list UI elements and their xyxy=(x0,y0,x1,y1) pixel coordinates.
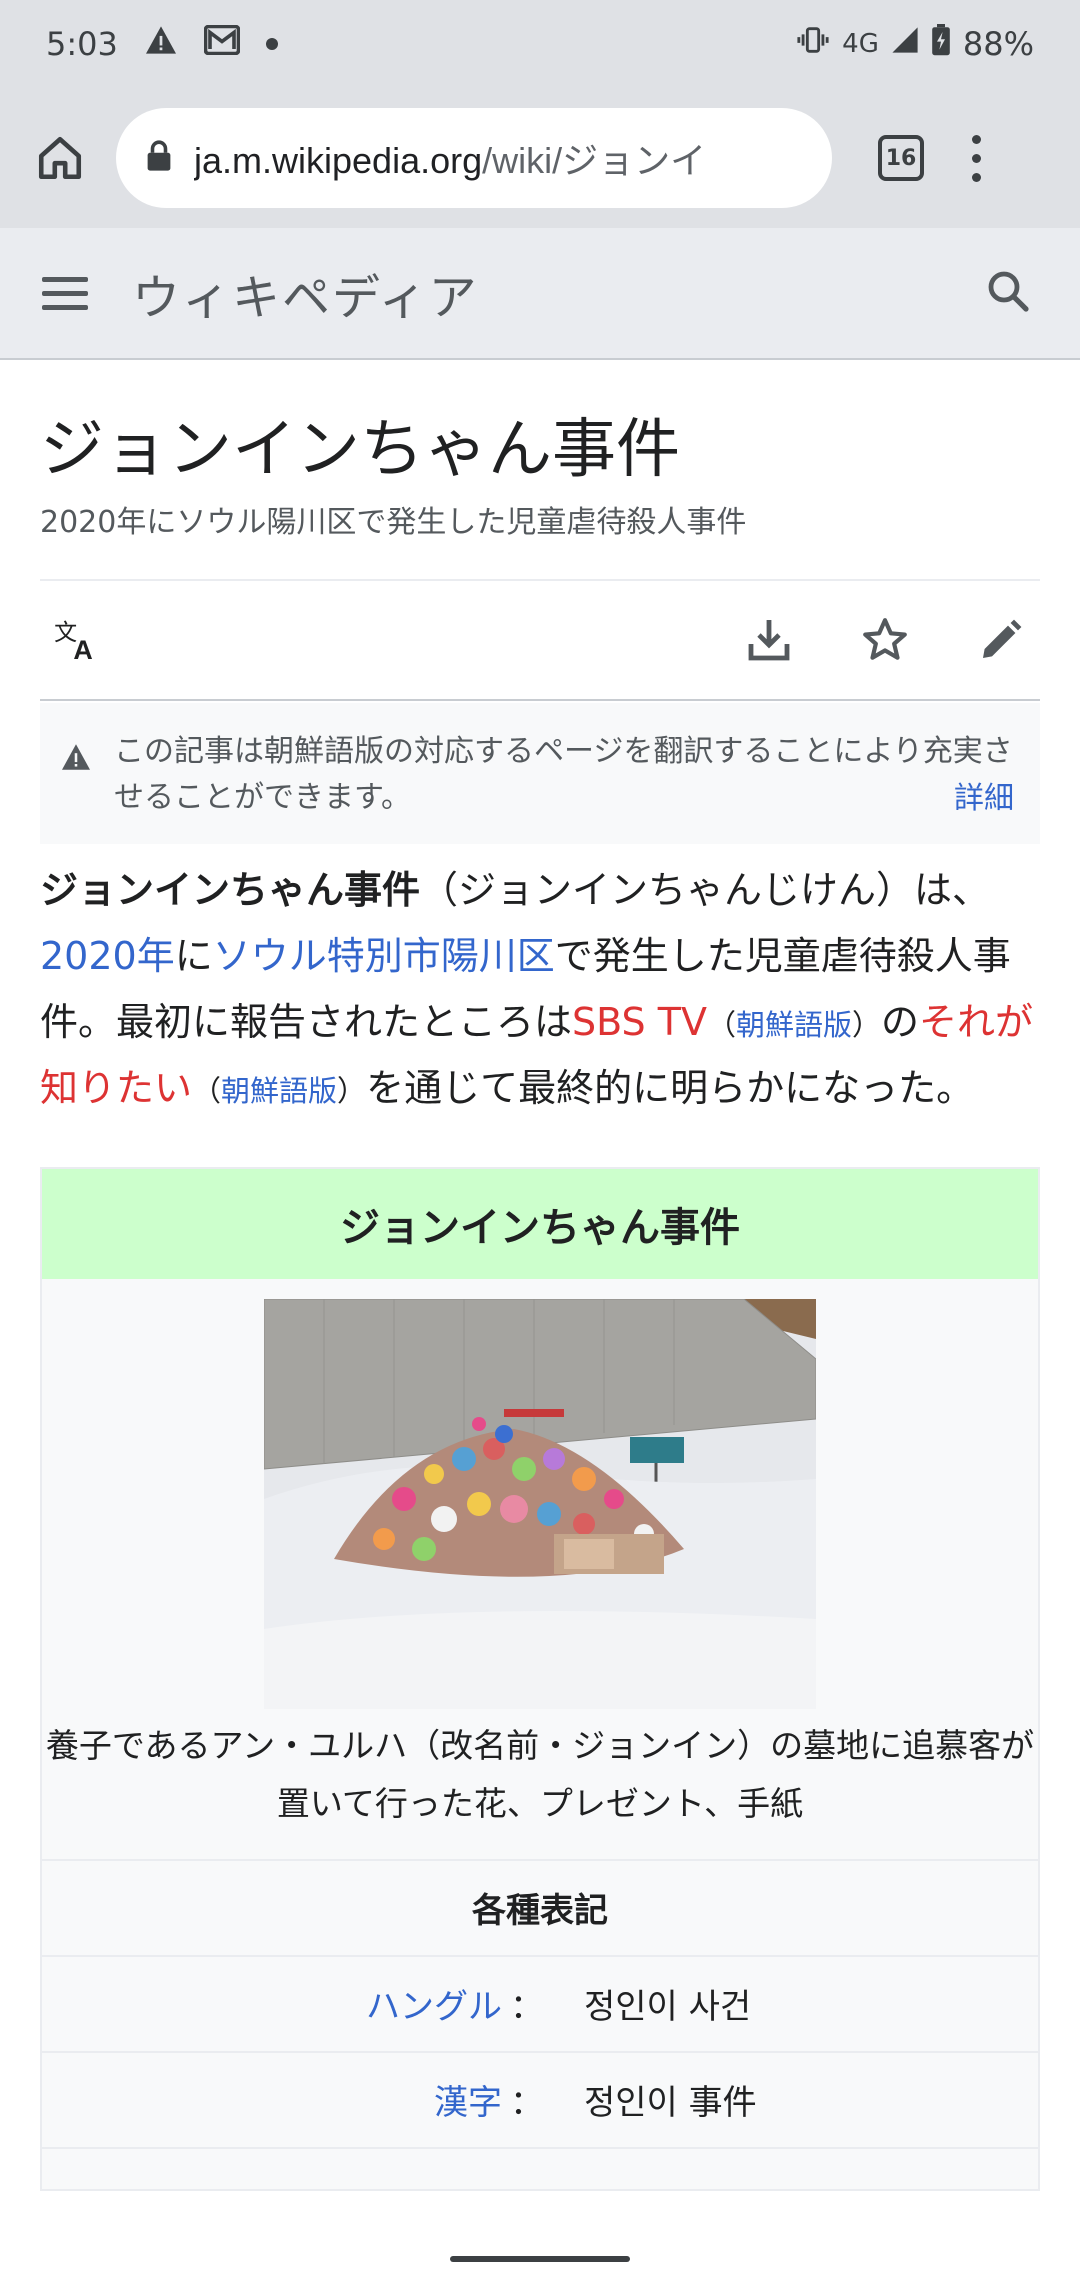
browser-toolbar: ja.m.wikipedia.org/wiki/ジョンイ 16 xyxy=(0,88,1080,228)
battery-charging-icon xyxy=(931,24,951,64)
infobox-section-header: 各種表記 xyxy=(42,1861,1038,1957)
battery-level: 88% xyxy=(962,25,1034,63)
infobox-image-cell: 養子であるアン・ユルハ（改名前・ジョンイン）の墓地に追慕客が置いて行った花、プレ… xyxy=(42,1279,1038,1861)
lead-paragraph: ジョンインちゃん事件（ジョンインちゃんじけん）は、 2020年にソウル特別市陽川区… xyxy=(40,858,1040,1121)
infobox-row-kanji: 漢字 ： 정인이 事件 xyxy=(42,2053,1038,2149)
lead-text-end: を通じて最終的に明らかになった。 xyxy=(366,1065,975,1110)
infobox-row-partial xyxy=(42,2149,1038,2189)
infobox-title: ジョンインちゃん事件 xyxy=(42,1169,1038,1280)
dot-icon xyxy=(265,38,278,50)
gesture-nav-bar xyxy=(0,2238,1080,2280)
link-2020[interactable]: 2020年 xyxy=(40,934,175,978)
infobox-colon: ： xyxy=(510,2083,544,2124)
home-gesture-handle[interactable] xyxy=(450,2256,630,2262)
link-yangcheon[interactable]: ソウル特別市陽川区 xyxy=(213,934,555,978)
lock-icon[interactable] xyxy=(146,139,172,177)
status-time: 5:03 xyxy=(46,25,118,63)
translation-notice: この記事は朝鮮語版の対応するページを翻訳することにより充実させることができます。… xyxy=(40,702,1040,845)
page-title: ジョンインちゃん事件 xyxy=(40,413,680,487)
lead-bold-title: ジョンインちゃん事件 xyxy=(40,868,421,913)
link-korean-version-2[interactable]: 朝鮮語版 xyxy=(221,1074,337,1108)
gmail-icon xyxy=(203,24,241,63)
memorial-photo[interactable] xyxy=(264,1299,816,1710)
signal-icon xyxy=(891,25,919,63)
status-bar: 5:03 4G 88% xyxy=(0,0,1080,88)
wiki-header: ウィキペディア xyxy=(0,228,1080,360)
lead-paren-close-1: ） xyxy=(851,1007,881,1042)
network-type: 4G xyxy=(842,29,879,59)
language-icon[interactable]: 文 A xyxy=(50,609,112,671)
tab-count: 16 xyxy=(885,145,917,171)
link-korean-version-1[interactable]: 朝鮮語版 xyxy=(736,1008,852,1042)
tabs-icon[interactable]: 16 xyxy=(878,135,924,181)
infobox-colon: ： xyxy=(510,1987,544,2028)
lead-paren-open-2: （ xyxy=(192,1073,222,1108)
svg-text:A: A xyxy=(73,635,92,663)
infobox-label-hangul[interactable]: ハングル xyxy=(42,1979,502,2028)
address-bar[interactable]: ja.m.wikipedia.org/wiki/ジョンイ xyxy=(116,108,832,208)
page-actions-bar: 文 A xyxy=(40,578,1040,701)
menu-icon[interactable] xyxy=(42,276,88,310)
lead-reading: （ジョンインちゃんじけん）は、 xyxy=(420,868,991,913)
page-content: ジョンインちゃん事件 2020年にソウル陽川区で発生した児童虐待殺人事件 文 A… xyxy=(40,360,1040,2191)
infobox-caption: 養子であるアン・ユルハ（改名前・ジョンイン）の墓地に追慕客が置いて行った花、プレ… xyxy=(45,1726,1035,1823)
home-icon[interactable] xyxy=(26,124,94,192)
url-text: ja.m.wikipedia.org/wiki/ジョンイ xyxy=(194,132,706,184)
url-host: ja.m.wikipedia.org xyxy=(194,140,483,181)
infobox-row-hangul: ハングル ： 정인이 사건 xyxy=(42,1957,1038,2053)
download-icon[interactable] xyxy=(738,609,800,671)
infobox-value-kanji: 정인이 事件 xyxy=(584,2083,757,2124)
lead-text-ni: に xyxy=(174,934,213,979)
link-sbs-tv[interactable]: SBS TV xyxy=(572,1000,707,1044)
star-icon[interactable] xyxy=(854,609,916,671)
warning-icon xyxy=(60,739,96,823)
wikipedia-wordmark[interactable]: ウィキペディア xyxy=(132,258,479,328)
search-icon[interactable] xyxy=(984,267,1032,319)
warning-icon xyxy=(144,25,178,63)
url-path: /wiki/ジョンイ xyxy=(482,140,707,181)
infobox-value-hangul: 정인이 사건 xyxy=(584,1987,752,2028)
edit-icon[interactable] xyxy=(970,609,1032,671)
overflow-menu-icon[interactable] xyxy=(972,134,981,182)
infobox: ジョンインちゃん事件 養子であるアン・ユルハ（改名前・ジョンイン）の墓地に追慕客… xyxy=(40,1167,1040,2191)
lead-paren-close-2: ） xyxy=(337,1073,367,1108)
page-subtitle: 2020年にソウル陽川区で発生した児童虐待殺人事件 xyxy=(40,504,747,540)
infobox-label-kanji[interactable]: 漢字 xyxy=(42,2075,502,2124)
vibrate-icon xyxy=(796,25,830,63)
lead-paren-open-1: （ xyxy=(706,1007,736,1042)
lead-text-no: の xyxy=(881,999,920,1044)
